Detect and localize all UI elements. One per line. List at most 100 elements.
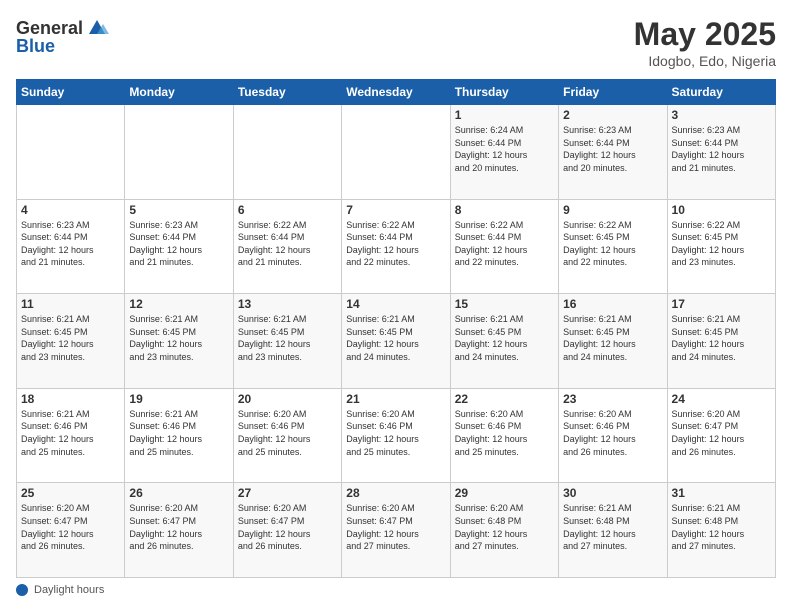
day-number: 14 xyxy=(346,297,445,311)
header-monday: Monday xyxy=(125,80,233,105)
table-row: 8 Sunrise: 6:22 AMSunset: 6:44 PMDaylight… xyxy=(450,199,558,294)
month-title: May 2025 xyxy=(634,16,776,53)
day-number: 28 xyxy=(346,486,445,500)
day-info: Sunrise: 6:21 AMSunset: 6:48 PMDaylight:… xyxy=(672,502,771,552)
day-info: Sunrise: 6:21 AMSunset: 6:45 PMDaylight:… xyxy=(563,313,662,363)
day-number: 3 xyxy=(672,108,771,122)
table-row: 7Sunrise: 6:22 AMSunset: 6:44 PMDaylight… xyxy=(342,199,450,294)
header-saturday: Saturday xyxy=(667,80,775,105)
day-number: 31 xyxy=(672,486,771,500)
footer-dot-icon xyxy=(16,584,28,596)
day-number: 9 xyxy=(563,203,662,217)
day-info: Sunrise: 6:21 AMSunset: 6:45 PMDaylight:… xyxy=(672,313,771,363)
day-info: Sunrise: 6:22 AMSunset: 6:45 PMDaylight:… xyxy=(672,219,771,269)
table-row: 6 Sunrise: 6:22 AMSunset: 6:44 PMDaylight… xyxy=(233,199,341,294)
day-info: Sunrise: 6:21 AMSunset: 6:45 PMDaylight:… xyxy=(21,313,120,363)
day-number: 15 xyxy=(455,297,554,311)
table-row xyxy=(233,105,341,200)
day-info: Sunrise: 6:22 AMSunset: 6:44 PMDaylight:… xyxy=(346,219,445,269)
table-row: 19 Sunrise: 6:21 AMSunset: 6:46 PMDayligh… xyxy=(125,388,233,483)
calendar-table: Sunday Monday Tuesday Wednesday Thursday… xyxy=(16,79,776,578)
day-number: 20 xyxy=(238,392,337,406)
day-info: Sunrise: 6:20 AMSunset: 6:46 PMDaylight:… xyxy=(455,408,554,458)
day-info: Sunrise: 6:20 AMSunset: 6:47 PMDaylight:… xyxy=(21,502,120,552)
day-info: Sunrise: 6:21 AMSunset: 6:45 PMDaylight:… xyxy=(455,313,554,363)
day-number: 24 xyxy=(672,392,771,406)
day-info: Sunrise: 6:20 AMSunset: 6:47 PMDaylight:… xyxy=(238,502,337,552)
day-info: Sunrise: 6:22 AMSunset: 6:45 PMDaylight:… xyxy=(563,219,662,269)
header-thursday: Thursday xyxy=(450,80,558,105)
table-row: 22 Sunrise: 6:20 AMSunset: 6:46 PMDayligh… xyxy=(450,388,558,483)
calendar-week-0: 1Sunrise: 6:24 AMSunset: 6:44 PMDaylight… xyxy=(17,105,776,200)
table-row: 5 Sunrise: 6:23 AMSunset: 6:44 PMDaylight… xyxy=(125,199,233,294)
table-row: 12Sunrise: 6:21 AMSunset: 6:45 PMDayligh… xyxy=(125,294,233,389)
day-info: Sunrise: 6:21 AMSunset: 6:48 PMDaylight:… xyxy=(563,502,662,552)
day-number: 13 xyxy=(238,297,337,311)
table-row: 9 Sunrise: 6:22 AMSunset: 6:45 PMDaylight… xyxy=(559,199,667,294)
day-info: Sunrise: 6:23 AMSunset: 6:44 PMDaylight:… xyxy=(21,219,120,269)
table-row: 30Sunrise: 6:21 AMSunset: 6:48 PMDayligh… xyxy=(559,483,667,578)
table-row: 26Sunrise: 6:20 AMSunset: 6:47 PMDayligh… xyxy=(125,483,233,578)
day-number: 11 xyxy=(21,297,120,311)
day-info: Sunrise: 6:22 AMSunset: 6:44 PMDaylight:… xyxy=(238,219,337,269)
day-number: 19 xyxy=(129,392,228,406)
day-info: Sunrise: 6:22 AMSunset: 6:44 PMDaylight:… xyxy=(455,219,554,269)
footer: Daylight hours xyxy=(16,584,776,596)
location: Idogbo, Edo, Nigeria xyxy=(634,53,776,69)
header-sunday: Sunday xyxy=(17,80,125,105)
day-number: 8 xyxy=(455,203,554,217)
day-number: 4 xyxy=(21,203,120,217)
day-number: 17 xyxy=(672,297,771,311)
table-row: 4 Sunrise: 6:23 AMSunset: 6:44 PMDaylight… xyxy=(17,199,125,294)
logo-blue: Blue xyxy=(16,36,55,57)
day-info: Sunrise: 6:21 AMSunset: 6:46 PMDaylight:… xyxy=(21,408,120,458)
day-info: Sunrise: 6:21 AMSunset: 6:45 PMDaylight:… xyxy=(346,313,445,363)
table-row: 2 Sunrise: 6:23 AMSunset: 6:44 PMDaylight… xyxy=(559,105,667,200)
table-row: 25 Sunrise: 6:20 AMSunset: 6:47 PMDayligh… xyxy=(17,483,125,578)
title-block: May 2025 Idogbo, Edo, Nigeria xyxy=(634,16,776,69)
calendar-week-2: 11 Sunrise: 6:21 AMSunset: 6:45 PMDayligh… xyxy=(17,294,776,389)
day-number: 26 xyxy=(129,486,228,500)
header: General Blue May 2025 Idogbo, Edo, Niger… xyxy=(16,16,776,69)
day-number: 29 xyxy=(455,486,554,500)
table-row: 24Sunrise: 6:20 AMSunset: 6:47 PMDayligh… xyxy=(667,388,775,483)
table-row: 14 Sunrise: 6:21 AMSunset: 6:45 PMDayligh… xyxy=(342,294,450,389)
day-info: Sunrise: 6:23 AMSunset: 6:44 PMDaylight:… xyxy=(672,124,771,174)
day-number: 6 xyxy=(238,203,337,217)
day-number: 16 xyxy=(563,297,662,311)
day-info: Sunrise: 6:20 AMSunset: 6:46 PMDaylight:… xyxy=(238,408,337,458)
day-number: 18 xyxy=(21,392,120,406)
calendar-week-4: 25 Sunrise: 6:20 AMSunset: 6:47 PMDayligh… xyxy=(17,483,776,578)
day-number: 22 xyxy=(455,392,554,406)
table-row xyxy=(342,105,450,200)
calendar-week-3: 18 Sunrise: 6:21 AMSunset: 6:46 PMDayligh… xyxy=(17,388,776,483)
day-info: Sunrise: 6:20 AMSunset: 6:48 PMDaylight:… xyxy=(455,502,554,552)
table-row: 29 Sunrise: 6:20 AMSunset: 6:48 PMDayligh… xyxy=(450,483,558,578)
header-friday: Friday xyxy=(559,80,667,105)
day-number: 10 xyxy=(672,203,771,217)
header-row: Sunday Monday Tuesday Wednesday Thursday… xyxy=(17,80,776,105)
table-row: 20 Sunrise: 6:20 AMSunset: 6:46 PMDayligh… xyxy=(233,388,341,483)
day-number: 25 xyxy=(21,486,120,500)
page: General Blue May 2025 Idogbo, Edo, Niger… xyxy=(0,0,792,612)
header-wednesday: Wednesday xyxy=(342,80,450,105)
day-number: 1 xyxy=(455,108,554,122)
table-row: 18 Sunrise: 6:21 AMSunset: 6:46 PMDayligh… xyxy=(17,388,125,483)
day-info: Sunrise: 6:20 AMSunset: 6:46 PMDaylight:… xyxy=(346,408,445,458)
day-info: Sunrise: 6:20 AMSunset: 6:46 PMDaylight:… xyxy=(563,408,662,458)
logo: General Blue xyxy=(16,16,109,57)
logo-icon xyxy=(85,16,109,40)
table-row: 23Sunrise: 6:20 AMSunset: 6:46 PMDayligh… xyxy=(559,388,667,483)
day-info: Sunrise: 6:23 AMSunset: 6:44 PMDaylight:… xyxy=(563,124,662,174)
table-row xyxy=(17,105,125,200)
day-info: Sunrise: 6:21 AMSunset: 6:46 PMDaylight:… xyxy=(129,408,228,458)
table-row: 17 Sunrise: 6:21 AMSunset: 6:45 PMDayligh… xyxy=(667,294,775,389)
day-info: Sunrise: 6:23 AMSunset: 6:44 PMDaylight:… xyxy=(129,219,228,269)
day-info: Sunrise: 6:21 AMSunset: 6:45 PMDaylight:… xyxy=(238,313,337,363)
day-number: 2 xyxy=(563,108,662,122)
calendar-week-1: 4 Sunrise: 6:23 AMSunset: 6:44 PMDaylight… xyxy=(17,199,776,294)
table-row: 10 Sunrise: 6:22 AMSunset: 6:45 PMDayligh… xyxy=(667,199,775,294)
table-row: 31 Sunrise: 6:21 AMSunset: 6:48 PMDayligh… xyxy=(667,483,775,578)
day-number: 5 xyxy=(129,203,228,217)
table-row xyxy=(125,105,233,200)
